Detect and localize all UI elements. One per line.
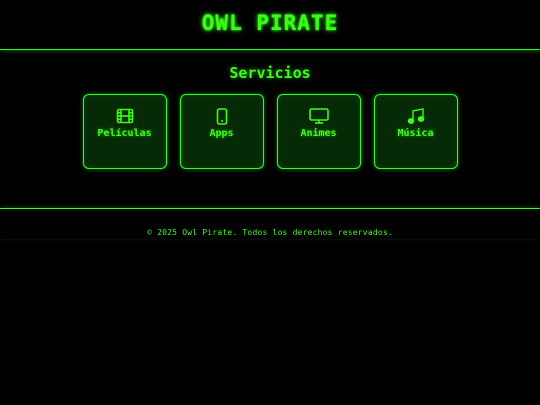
service-card-musica[interactable]: Música bbox=[373, 94, 458, 169]
film-icon bbox=[115, 107, 135, 125]
smartphone-icon bbox=[212, 107, 232, 125]
site-footer: © 2025 Owl Pirate. Todos los derechos re… bbox=[0, 208, 540, 239]
service-card-apps[interactable]: Apps bbox=[179, 94, 264, 169]
section-title: Servicios bbox=[229, 64, 311, 82]
site-header: OWL PIRATE bbox=[0, 0, 540, 50]
service-card-label: Música bbox=[397, 128, 434, 139]
copyright-text: © 2025 Owl Pirate. Todos los derechos re… bbox=[147, 228, 393, 237]
tv-icon bbox=[308, 107, 329, 125]
service-cards: Películas Apps Animes Música bbox=[0, 94, 540, 169]
service-card-label: Apps bbox=[209, 128, 234, 139]
music-note-icon bbox=[406, 107, 426, 125]
site-title: OWL PIRATE bbox=[201, 10, 339, 35]
service-card-peliculas[interactable]: Películas bbox=[82, 94, 167, 169]
service-card-animes[interactable]: Animes bbox=[276, 94, 361, 169]
service-card-label: Películas bbox=[97, 128, 152, 139]
page: OWL PIRATE Servicios Películas Apps Anim… bbox=[0, 0, 540, 405]
service-card-label: Animes bbox=[300, 128, 337, 139]
services-section: Servicios Películas Apps Animes Música bbox=[0, 50, 540, 208]
